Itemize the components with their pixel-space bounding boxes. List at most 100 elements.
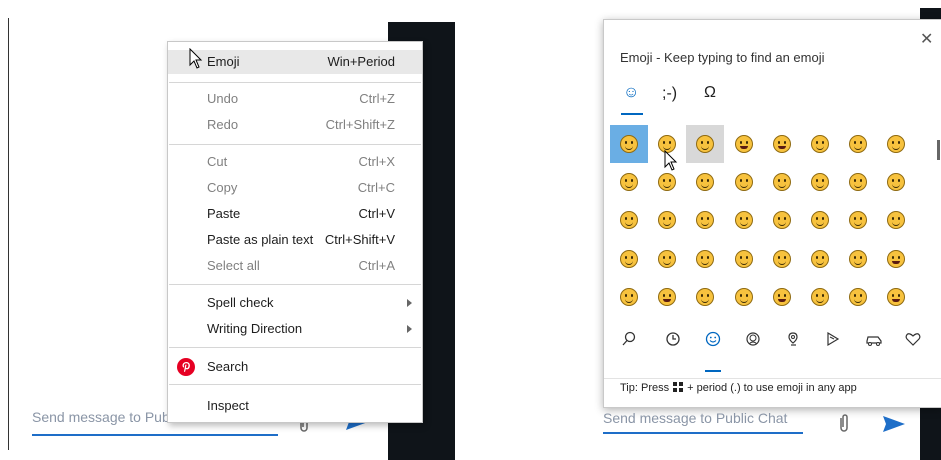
emoji-cell[interactable]: [839, 163, 877, 201]
menu-item-paste-plain[interactable]: Paste as plain text Ctrl+Shift+V: [168, 228, 422, 252]
emoji-cell[interactable]: [610, 240, 648, 278]
emoji-face-icon: [696, 211, 715, 230]
attach-icon[interactable]: [836, 412, 852, 434]
submenu-arrow-icon: [407, 299, 412, 307]
menu-separator: [169, 384, 421, 385]
emoji-cell[interactable]: [763, 240, 801, 278]
emoji-cell[interactable]: [801, 240, 839, 278]
emoji-cell[interactable]: [686, 278, 724, 316]
emoji-cell[interactable]: [725, 201, 763, 239]
tab-smiley-icon[interactable]: ☺: [623, 84, 639, 102]
menu-item-undo[interactable]: Undo Ctrl+Z: [168, 87, 422, 111]
emoji-cell[interactable]: [725, 163, 763, 201]
emoji-cell[interactable]: [725, 240, 763, 278]
emoji-cell[interactable]: [763, 163, 801, 201]
emoji-cell[interactable]: [839, 201, 877, 239]
menu-item-label: Paste as plain text: [207, 232, 314, 247]
menu-item-copy[interactable]: Copy Ctrl+C: [168, 176, 422, 200]
search-icon[interactable]: [621, 331, 637, 347]
menu-item-inspect[interactable]: Inspect: [168, 394, 422, 418]
active-category-indicator: [705, 370, 721, 372]
emoji-cell[interactable]: [877, 240, 915, 278]
emoji-cell[interactable]: [686, 163, 724, 201]
menu-item-label: Copy: [207, 180, 238, 195]
party-icon[interactable]: [825, 331, 841, 347]
emoji-cell[interactable]: [877, 163, 915, 201]
menu-item-spell-check[interactable]: Spell check: [168, 291, 422, 315]
emoji-cell[interactable]: [648, 240, 686, 278]
emoji-cell[interactable]: [877, 125, 915, 163]
menu-item-label: Search: [207, 359, 249, 374]
emoji-cell[interactable]: [648, 278, 686, 316]
chat-input-right[interactable]: [603, 406, 803, 434]
emoji-cell[interactable]: [801, 125, 839, 163]
emoji-face-icon: [620, 173, 638, 192]
smiley-icon[interactable]: [705, 331, 721, 347]
message-input-right[interactable]: [603, 406, 803, 430]
emoji-face-icon: [658, 173, 677, 192]
emoji-face-icon: [772, 135, 791, 153]
close-icon[interactable]: ✕: [920, 32, 933, 48]
emoji-cell[interactable]: [839, 278, 877, 316]
emoji-cell[interactable]: [763, 201, 801, 239]
emoji-face-icon: [849, 287, 868, 306]
menu-item-writing-direction[interactable]: Writing Direction: [168, 317, 422, 341]
menu-item-search[interactable]: Search: [168, 355, 422, 379]
emoji-face-icon: [696, 249, 715, 268]
menu-item-shortcut: Win+Period: [327, 54, 395, 69]
emoji-face-icon: [887, 211, 906, 230]
emoji-face-icon: [772, 287, 791, 306]
active-tab-indicator: [621, 113, 643, 115]
menu-separator: [169, 82, 421, 83]
menu-item-shortcut: Ctrl+V: [358, 206, 395, 221]
car-icon[interactable]: [865, 331, 883, 347]
menu-item-label: Redo: [207, 117, 239, 132]
emoji-cell[interactable]: [648, 201, 686, 239]
location-icon[interactable]: [785, 331, 801, 347]
emoji-cell[interactable]: [839, 240, 877, 278]
emoji-cell[interactable]: [839, 125, 877, 163]
emoji-cell[interactable]: [763, 278, 801, 316]
emoji-cell[interactable]: [686, 201, 724, 239]
emoji-cell[interactable]: [801, 278, 839, 316]
scrollbar[interactable]: [937, 140, 940, 160]
menu-item-label: Paste: [207, 206, 241, 221]
emoji-face-icon: [734, 173, 753, 192]
emoji-cell[interactable]: [610, 125, 648, 163]
emoji-face-icon: [811, 249, 829, 268]
menu-item-select-all[interactable]: Select all Ctrl+A: [168, 254, 422, 278]
clock-icon[interactable]: [665, 331, 681, 347]
emoji-panel: Emoji - Keep typing to find an emoji ✕ ☺…: [603, 19, 941, 408]
emoji-face-icon: [887, 135, 906, 153]
tab-kaomoji-icon[interactable]: ;-): [662, 85, 677, 103]
tip-text: Tip: Press + period (.) to use emoji in a…: [620, 382, 857, 394]
emoji-cell[interactable]: [877, 201, 915, 239]
mouse-cursor-icon: [664, 150, 678, 171]
send-icon[interactable]: [883, 414, 905, 434]
emoji-cell[interactable]: [610, 163, 648, 201]
emoji-cell[interactable]: [610, 201, 648, 239]
menu-item-emoji[interactable]: Emoji Win+Period: [168, 50, 422, 74]
emoji-cell[interactable]: [763, 125, 801, 163]
emoji-cell[interactable]: [725, 125, 763, 163]
heart-icon[interactable]: [905, 331, 921, 347]
emoji-cell[interactable]: [686, 125, 725, 163]
emoji-cell[interactable]: [877, 278, 915, 316]
emoji-face-icon: [620, 287, 638, 306]
person-icon[interactable]: [745, 331, 761, 347]
menu-item-cut[interactable]: Cut Ctrl+X: [168, 150, 422, 174]
emoji-cell[interactable]: [725, 278, 763, 316]
emoji-cell[interactable]: [801, 163, 839, 201]
menu-separator: [169, 284, 421, 285]
tip-suffix: + period (.) to use emoji in any app: [687, 382, 857, 394]
menu-item-paste[interactable]: Paste Ctrl+V: [168, 202, 422, 226]
submenu-arrow-icon: [407, 325, 412, 333]
menu-item-label: Spell check: [207, 295, 274, 310]
menu-item-shortcut: Ctrl+Shift+V: [324, 232, 395, 247]
menu-item-redo[interactable]: Redo Ctrl+Shift+Z: [168, 113, 422, 137]
emoji-cell[interactable]: [686, 240, 724, 278]
emoji-cell[interactable]: [610, 278, 648, 316]
emoji-cell[interactable]: [801, 201, 839, 239]
menu-item-label: Cut: [207, 154, 228, 169]
tab-symbols-icon[interactable]: Ω: [704, 84, 716, 102]
